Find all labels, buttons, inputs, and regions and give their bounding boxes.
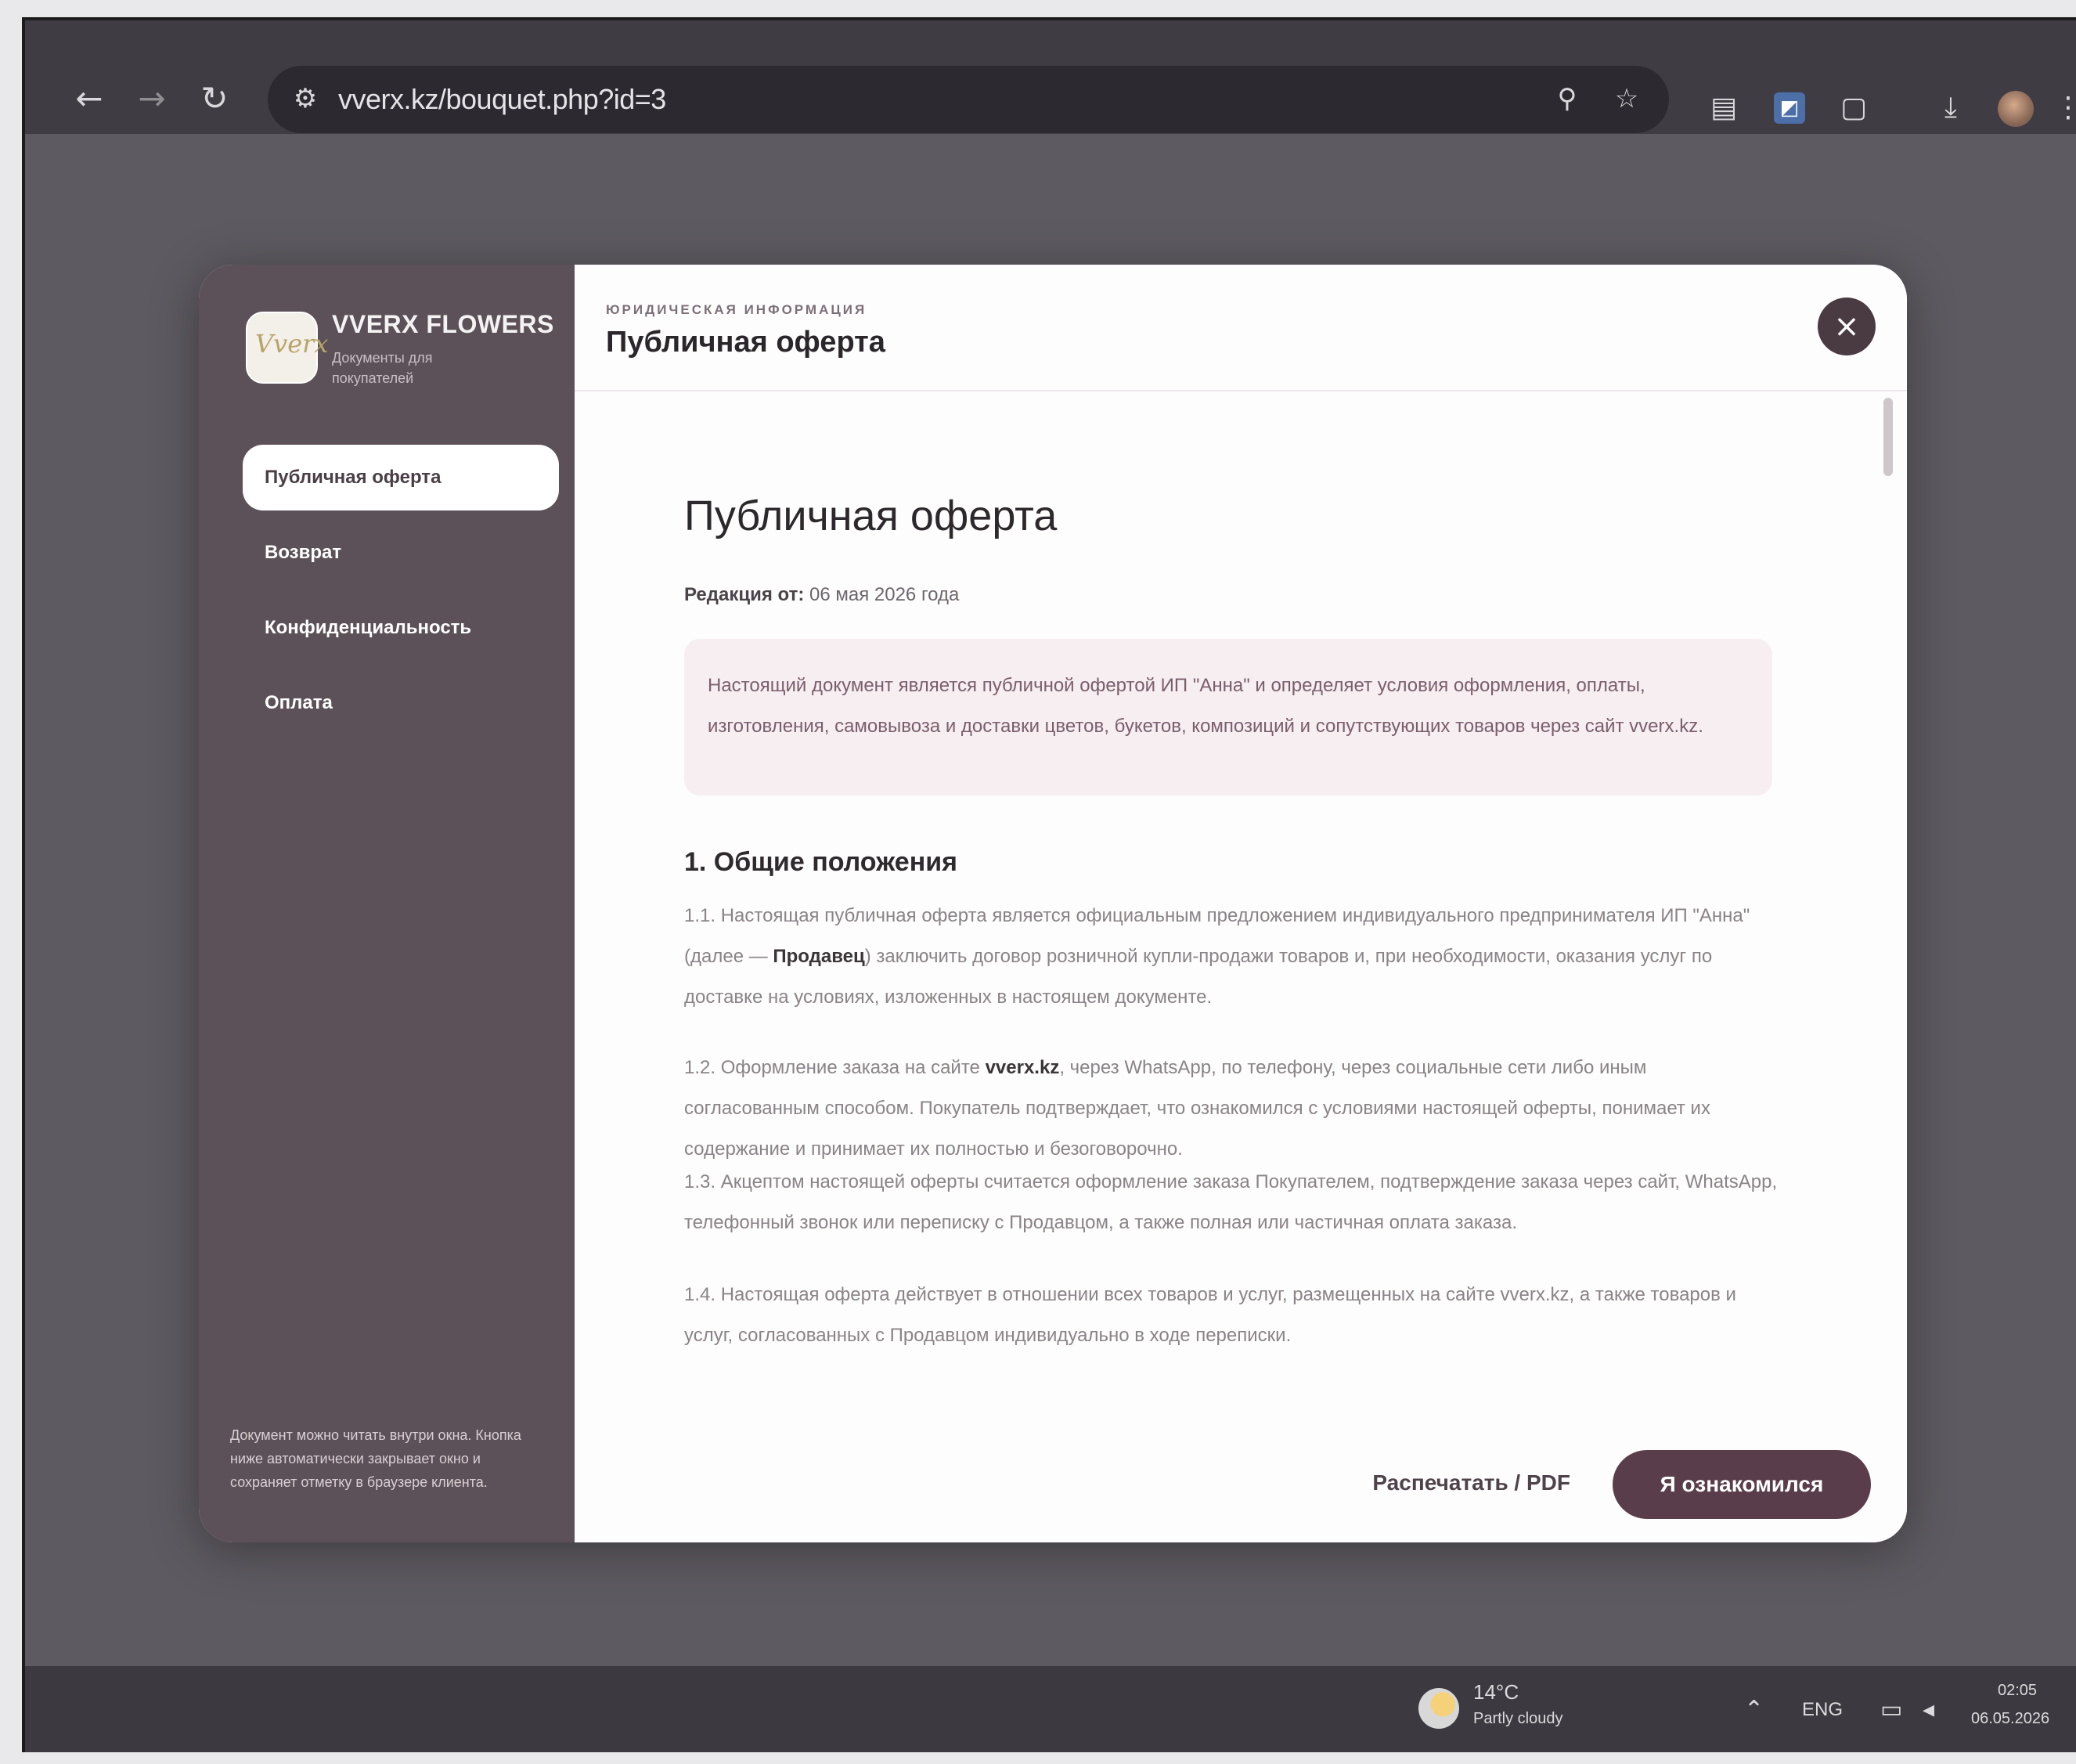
weather-text[interactable]: Partly cloudy (1473, 1710, 1563, 1728)
brand-logo: Vverx (246, 312, 328, 384)
document-edition: Редакция от: 06 мая 2026 года (684, 584, 959, 606)
edition-date: 06 мая 2026 года (809, 584, 960, 605)
sidebar-item-payment[interactable]: Оплата (243, 670, 559, 736)
close-button[interactable]: × (1818, 298, 1876, 355)
monitor-icon[interactable]: ▭ (1880, 1696, 1902, 1723)
forward-icon[interactable]: → (135, 81, 169, 116)
acknowledge-button[interactable]: Я ознакомился (1613, 1450, 1871, 1519)
document-title: Публичная оферта (684, 492, 1058, 539)
sidebar-item-privacy[interactable]: Конфиденциальность (243, 595, 559, 661)
modal-content: ЮРИДИЧЕСКАЯ ИНФОРМАЦИЯ Публичная оферта … (575, 265, 1907, 1542)
profile-avatar[interactable] (1998, 91, 2034, 127)
clock-date[interactable]: 06.05.2026 (1971, 1710, 2049, 1728)
chevron-up-icon[interactable]: ⌃ (1744, 1696, 1764, 1723)
scroll-thumb[interactable] (1883, 398, 1893, 476)
reload-icon[interactable]: ↻ (197, 81, 232, 116)
extension-icon[interactable]: ▢ (1838, 92, 1869, 124)
eyebrow-label: ЮРИДИЧЕСКАЯ ИНФОРМАЦИЯ (606, 302, 867, 317)
temperature[interactable]: 14°C (1473, 1680, 1519, 1704)
back-icon[interactable]: ← (72, 81, 106, 116)
language-indicator[interactable]: ENG (1802, 1699, 1843, 1721)
paragraph-1-2: 1.2. Оформление заказа на сайте vverx.kz… (684, 1057, 1710, 1160)
paragraph-1-4: 1.4. Настоящая оферта действует в отноше… (684, 1284, 1736, 1346)
legal-modal: Vverx VVERX FLOWERS Документы для покупа… (199, 265, 1907, 1542)
paragraph-1-3: 1.3. Акцептом настоящей оферты считается… (684, 1171, 1778, 1233)
sidebar-item-offer[interactable]: Публичная оферта (243, 445, 559, 510)
url-text[interactable]: vverx.kz/bouquet.php?id=3 (338, 83, 666, 116)
sidebar-item-return[interactable]: Возврат (243, 520, 559, 586)
brand-name: VVERX FLOWERS (332, 310, 554, 338)
scrollbar[interactable] (1883, 398, 1893, 1400)
modal-sidebar: Vverx VVERX FLOWERS Документы для покупа… (199, 265, 575, 1542)
edition-label: Редакция от: (684, 584, 805, 605)
intro-box: Настоящий документ является публичной оф… (684, 639, 1772, 795)
download-icon[interactable]: ⤓ (1935, 92, 1966, 124)
speaker-icon[interactable]: ◂ (1923, 1696, 1934, 1723)
paragraph-1-1: 1.1. Настоящая публичная оферта является… (684, 905, 1750, 1008)
clock-time[interactable]: 02:05 (1998, 1682, 2037, 1700)
monitor-screen: ← → ↻ ⚙ vverx.kz/bouquet.php?id=3 ⚲ ☆ ▤ … (22, 17, 2076, 1752)
extension-icon[interactable]: ◩ (1774, 92, 1805, 124)
taskbar: 14°C Partly cloudy ⌃ ENG ▭ ◂ 02:05 06.05… (25, 1666, 2076, 1752)
print-pdf-link[interactable]: Распечатать / PDF (1372, 1470, 1570, 1495)
site-info-icon[interactable]: ⚙ (290, 83, 321, 114)
star-icon[interactable]: ☆ (1611, 83, 1642, 114)
browser-toolbar: ← → ↻ ⚙ vverx.kz/bouquet.php?id=3 ⚲ ☆ ▤ … (25, 20, 2076, 134)
extension-icon[interactable]: ▤ (1708, 92, 1739, 124)
modal-title: Публичная оферта (606, 326, 885, 359)
weather-icon[interactable] (1418, 1688, 1459, 1729)
sidebar-note: Документ можно читать внутри окна. Кнопк… (230, 1427, 521, 1490)
address-bar[interactable]: ⚙ vverx.kz/bouquet.php?id=3 ⚲ ☆ (268, 66, 1669, 133)
brand-subtitle: Документы для покупателей (332, 350, 433, 386)
content-fade (575, 1361, 1907, 1431)
section-heading: 1. Общие положения (684, 847, 957, 877)
modal-footer: Распечатать / PDF Я ознакомился (575, 1433, 1907, 1542)
zoom-icon[interactable]: ⚲ (1552, 83, 1583, 114)
menu-icon[interactable]: ⋮ (2053, 92, 2076, 124)
header-divider (575, 390, 1907, 391)
